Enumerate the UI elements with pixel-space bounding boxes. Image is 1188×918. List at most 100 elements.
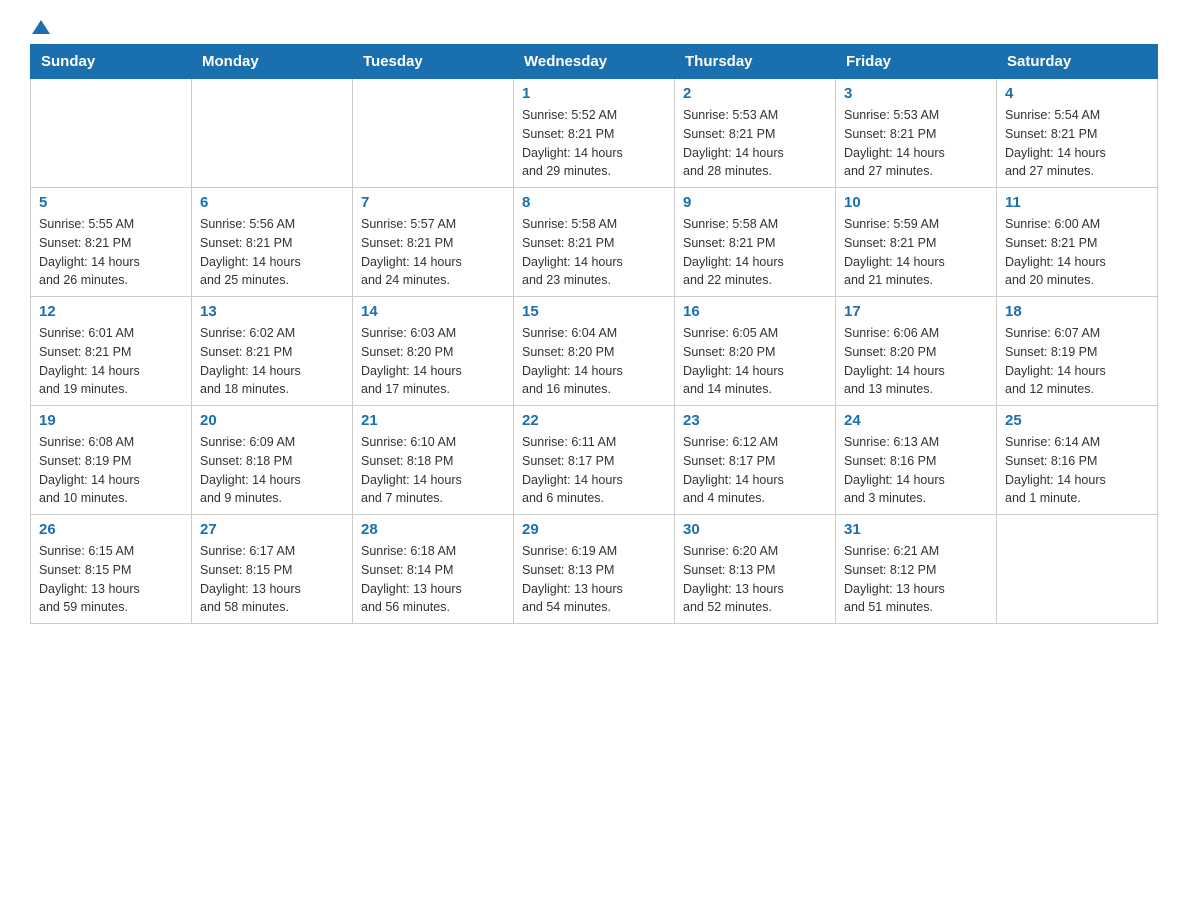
- logo: [30, 20, 50, 34]
- calendar-cell: 17Sunrise: 6:06 AM Sunset: 8:20 PM Dayli…: [836, 297, 997, 406]
- calendar-cell: 18 Sunrise: 6:07 AM Sunset: 8:19 PM Dayli…: [997, 297, 1158, 406]
- day-info: Sunrise: 6:17 AM Sunset: 8:15 PM Dayligh…: [200, 542, 344, 617]
- day-info: Sunrise: 6:07 AM Sunset: 8:19 PM Dayligh…: [1005, 324, 1149, 399]
- day-number: 25: [1005, 412, 1149, 429]
- calendar-cell: 27 Sunrise: 6:17 AM Sunset: 8:15 PM Dayli…: [192, 515, 353, 624]
- day-number: 27: [200, 521, 344, 538]
- day-info: Sunrise: 5:57 AM Sunset: 8:21 PM Dayligh…: [361, 215, 505, 290]
- calendar-week-row: 19 Sunrise: 6:08 AM Sunset: 8:19 PM Dayli…: [31, 406, 1158, 515]
- calendar-cell: [997, 515, 1158, 624]
- day-info: Sunrise: 5:53 AM Sunset: 8:21 PM Dayligh…: [683, 106, 827, 181]
- day-info: Sunrise: 6:13 AM Sunset: 8:16 PM Dayligh…: [844, 433, 988, 508]
- day-number: 2: [683, 85, 827, 102]
- calendar-cell: 10 Sunrise: 5:59 AM Sunset: 8:21 PM Dayli…: [836, 188, 997, 297]
- calendar-cell: 20 Sunrise: 6:09 AM Sunset: 8:18 PM Dayli…: [192, 406, 353, 515]
- calendar-cell: 9 Sunrise: 5:58 AM Sunset: 8:21 PM Daylig…: [675, 188, 836, 297]
- day-info: Sunrise: 6:11 AM Sunset: 8:17 PM Dayligh…: [522, 433, 666, 508]
- day-number: 12: [39, 303, 183, 320]
- calendar-cell: 23 Sunrise: 6:12 AM Sunset: 8:17 PM Dayli…: [675, 406, 836, 515]
- calendar-header-wednesday: Wednesday: [514, 45, 675, 79]
- day-number: 3: [844, 85, 988, 102]
- calendar-cell: 19 Sunrise: 6:08 AM Sunset: 8:19 PM Dayli…: [31, 406, 192, 515]
- day-number: 4: [1005, 85, 1149, 102]
- calendar-cell: [31, 79, 192, 188]
- day-info: Sunrise: 6:04 AM Sunset: 8:20 PM Dayligh…: [522, 324, 666, 399]
- calendar-table: SundayMondayTuesdayWednesdayThursdayFrid…: [30, 44, 1158, 624]
- day-info: Sunrise: 5:53 AM Sunset: 8:21 PM Dayligh…: [844, 106, 988, 181]
- logo-triangle-icon: [32, 20, 50, 34]
- calendar-cell: 12 Sunrise: 6:01 AM Sunset: 8:21 PM Dayli…: [31, 297, 192, 406]
- day-number: 6: [200, 194, 344, 211]
- day-info: Sunrise: 5:55 AM Sunset: 8:21 PM Dayligh…: [39, 215, 183, 290]
- day-number: 29: [522, 521, 666, 538]
- calendar-header-tuesday: Tuesday: [353, 45, 514, 79]
- day-info: Sunrise: 6:14 AM Sunset: 8:16 PM Dayligh…: [1005, 433, 1149, 508]
- calendar-cell: 22 Sunrise: 6:11 AM Sunset: 8:17 PM Dayli…: [514, 406, 675, 515]
- day-number: 21: [361, 412, 505, 429]
- day-number: 20: [200, 412, 344, 429]
- day-number: 9: [683, 194, 827, 211]
- calendar-header-saturday: Saturday: [997, 45, 1158, 79]
- calendar-week-row: 1 Sunrise: 5:52 AM Sunset: 8:21 PM Daylig…: [31, 79, 1158, 188]
- day-info: Sunrise: 5:56 AM Sunset: 8:21 PM Dayligh…: [200, 215, 344, 290]
- day-info: Sunrise: 6:00 AM Sunset: 8:21 PM Dayligh…: [1005, 215, 1149, 290]
- calendar-cell: 25 Sunrise: 6:14 AM Sunset: 8:16 PM Dayli…: [997, 406, 1158, 515]
- day-number: 30: [683, 521, 827, 538]
- calendar-cell: 14Sunrise: 6:03 AM Sunset: 8:20 PM Dayli…: [353, 297, 514, 406]
- day-info: Sunrise: 6:08 AM Sunset: 8:19 PM Dayligh…: [39, 433, 183, 508]
- calendar-cell: 29 Sunrise: 6:19 AM Sunset: 8:13 PM Dayli…: [514, 515, 675, 624]
- calendar-cell: 21Sunrise: 6:10 AM Sunset: 8:18 PM Dayli…: [353, 406, 514, 515]
- day-number: 28: [361, 521, 505, 538]
- calendar-cell: 7 Sunrise: 5:57 AM Sunset: 8:21 PM Daylig…: [353, 188, 514, 297]
- calendar-cell: 2 Sunrise: 5:53 AM Sunset: 8:21 PM Daylig…: [675, 79, 836, 188]
- calendar-cell: 24 Sunrise: 6:13 AM Sunset: 8:16 PM Dayli…: [836, 406, 997, 515]
- day-number: 8: [522, 194, 666, 211]
- day-number: 31: [844, 521, 988, 538]
- day-info: Sunrise: 5:59 AM Sunset: 8:21 PM Dayligh…: [844, 215, 988, 290]
- day-number: 22: [522, 412, 666, 429]
- day-number: 19: [39, 412, 183, 429]
- day-number: 7: [361, 194, 505, 211]
- day-info: Sunrise: 6:21 AM Sunset: 8:12 PM Dayligh…: [844, 542, 988, 617]
- calendar-cell: 28Sunrise: 6:18 AM Sunset: 8:14 PM Dayli…: [353, 515, 514, 624]
- calendar-cell: 13 Sunrise: 6:02 AM Sunset: 8:21 PM Dayli…: [192, 297, 353, 406]
- calendar-cell: 15Sunrise: 6:04 AM Sunset: 8:20 PM Dayli…: [514, 297, 675, 406]
- calendar-cell: 6 Sunrise: 5:56 AM Sunset: 8:21 PM Daylig…: [192, 188, 353, 297]
- day-number: 24: [844, 412, 988, 429]
- calendar-cell: 31 Sunrise: 6:21 AM Sunset: 8:12 PM Dayli…: [836, 515, 997, 624]
- day-number: 16: [683, 303, 827, 320]
- calendar-cell: [192, 79, 353, 188]
- calendar-header-friday: Friday: [836, 45, 997, 79]
- day-number: 11: [1005, 194, 1149, 211]
- day-info: Sunrise: 5:58 AM Sunset: 8:21 PM Dayligh…: [683, 215, 827, 290]
- calendar-cell: 11 Sunrise: 6:00 AM Sunset: 8:21 PM Dayli…: [997, 188, 1158, 297]
- day-number: 26: [39, 521, 183, 538]
- day-info: Sunrise: 6:01 AM Sunset: 8:21 PM Dayligh…: [39, 324, 183, 399]
- day-info: Sunrise: 6:05 AM Sunset: 8:20 PM Dayligh…: [683, 324, 827, 399]
- day-number: 23: [683, 412, 827, 429]
- day-number: 17: [844, 303, 988, 320]
- day-info: Sunrise: 6:12 AM Sunset: 8:17 PM Dayligh…: [683, 433, 827, 508]
- day-info: Sunrise: 5:54 AM Sunset: 8:21 PM Dayligh…: [1005, 106, 1149, 181]
- day-number: 18: [1005, 303, 1149, 320]
- calendar-week-row: 5Sunrise: 5:55 AM Sunset: 8:21 PM Daylig…: [31, 188, 1158, 297]
- day-info: Sunrise: 6:09 AM Sunset: 8:18 PM Dayligh…: [200, 433, 344, 508]
- calendar-header-sunday: Sunday: [31, 45, 192, 79]
- calendar-cell: 1 Sunrise: 5:52 AM Sunset: 8:21 PM Daylig…: [514, 79, 675, 188]
- day-number: 1: [522, 85, 666, 102]
- day-number: 13: [200, 303, 344, 320]
- day-info: Sunrise: 6:19 AM Sunset: 8:13 PM Dayligh…: [522, 542, 666, 617]
- calendar-week-row: 12 Sunrise: 6:01 AM Sunset: 8:21 PM Dayli…: [31, 297, 1158, 406]
- day-info: Sunrise: 6:20 AM Sunset: 8:13 PM Dayligh…: [683, 542, 827, 617]
- calendar-header-row: SundayMondayTuesdayWednesdayThursdayFrid…: [31, 45, 1158, 79]
- calendar-cell: 3 Sunrise: 5:53 AM Sunset: 8:21 PM Daylig…: [836, 79, 997, 188]
- day-info: Sunrise: 6:02 AM Sunset: 8:21 PM Dayligh…: [200, 324, 344, 399]
- day-number: 10: [844, 194, 988, 211]
- calendar-cell: 4 Sunrise: 5:54 AM Sunset: 8:21 PM Daylig…: [997, 79, 1158, 188]
- calendar-header-monday: Monday: [192, 45, 353, 79]
- calendar-cell: [353, 79, 514, 188]
- day-info: Sunrise: 5:52 AM Sunset: 8:21 PM Dayligh…: [522, 106, 666, 181]
- header: [30, 20, 1158, 34]
- calendar-cell: 8Sunrise: 5:58 AM Sunset: 8:21 PM Daylig…: [514, 188, 675, 297]
- calendar-cell: 30 Sunrise: 6:20 AM Sunset: 8:13 PM Dayli…: [675, 515, 836, 624]
